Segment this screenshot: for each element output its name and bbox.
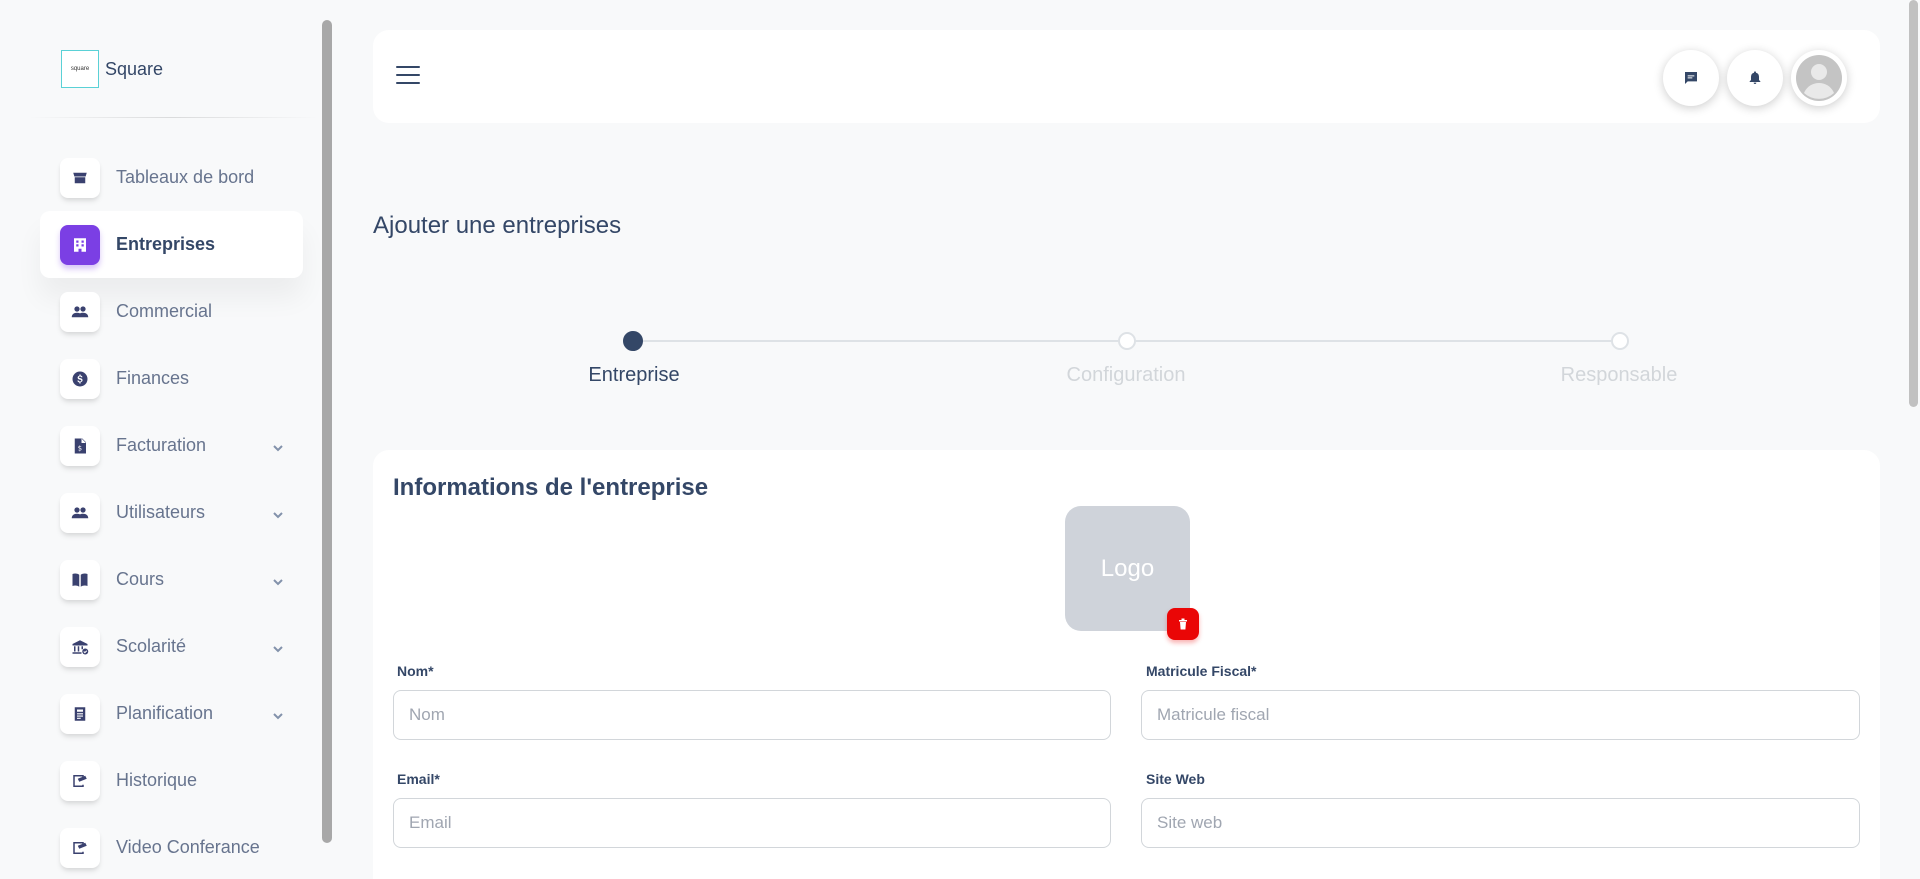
invoice-icon: $ [60,425,100,466]
chevron-down-icon [273,641,283,653]
sidebar-item-historique[interactable]: Historique [40,747,303,814]
book-icon [60,559,100,600]
sidebar-scrollbar[interactable] [322,20,332,843]
users-icon [60,492,100,533]
sidebar-item-label: Scolarité [116,636,187,656]
svg-text:$: $ [78,444,82,452]
sidebar-item-label: Planification [116,703,214,723]
avatar[interactable] [1791,50,1847,106]
sidebar-item-commercial[interactable]: Commercial [40,278,303,345]
messages-button[interactable] [1663,50,1719,106]
stepper: Entreprise Configuration Responsable [373,330,1880,390]
logo-placeholder-text: Logo [1100,554,1155,582]
step-label-entreprise[interactable]: Entreprise [588,364,679,387]
sidebar-item-label: Video Conferance [116,837,260,857]
brand-name: Square [105,58,164,79]
chevron-down-icon [273,574,283,586]
sidebar-item-label: Tableaux de bord [116,167,255,187]
sidebar-divider [28,117,318,118]
dollar-icon [60,358,100,399]
sidebar: square Square Tableaux de bord Entrepris… [0,0,332,879]
bell-icon [1749,71,1761,84]
brand[interactable]: square Square [61,50,163,88]
step-label-responsable[interactable]: Responsable [1561,364,1678,387]
sidebar-item-label: Facturation [116,435,207,455]
video-icon [60,827,100,868]
sidebar-item-scolarite[interactable]: Scolarité [40,613,303,680]
sidebar-item-label: Commercial [116,301,213,321]
nom-label: Nom* [397,663,434,679]
sidebar-item-facturation[interactable]: $ Facturation [40,412,303,479]
top-navbar [373,30,1880,123]
sidebar-item-label: Utilisateurs [116,502,206,522]
brand-logo: square [61,50,99,88]
chevron-down-icon [273,708,283,720]
newspaper-icon [60,693,100,734]
sidebar-item-finances[interactable]: Finances [40,345,303,412]
sidebar-item-tableaux-de-bord[interactable]: Tableaux de bord [40,144,303,211]
company-info-card: Informations de l'entreprise Logo Nom* M… [373,450,1880,879]
step-dot-entreprise[interactable] [623,331,643,351]
email-input[interactable] [393,798,1111,848]
sidebar-item-planification[interactable]: Planification [40,680,303,747]
sidebar-item-label: Historique [116,770,198,790]
email-label: Email* [397,771,440,787]
matricule-fiscal-label: Matricule Fiscal* [1146,663,1257,679]
top-actions [1663,50,1847,106]
institution-icon [60,626,100,667]
matricule-fiscal-input[interactable] [1141,690,1860,740]
card-title: Informations de l'entreprise [393,474,709,501]
store-icon [60,157,100,198]
menu-icon[interactable] [396,66,420,86]
page-title: Ajouter une entreprises [373,212,622,239]
sidebar-item-label: Finances [116,368,190,388]
chevron-down-icon [273,440,283,452]
trash-icon [1179,618,1187,630]
step-dot-responsable[interactable] [1611,332,1629,350]
delete-logo-button[interactable] [1167,608,1199,640]
step-dot-configuration[interactable] [1118,332,1136,350]
sidebar-item-label: Entreprises [116,234,216,254]
chevron-down-icon [273,507,283,519]
sidebar-item-utilisateurs[interactable]: Utilisateurs [40,479,303,546]
sidebar-nav: Tableaux de bord Entreprises Commercial … [40,144,303,879]
chat-icon [1685,72,1697,84]
sidebar-item-label: Cours [116,569,165,589]
notifications-button[interactable] [1727,50,1783,106]
site-web-label: Site Web [1146,771,1205,787]
user-avatar-icon [1796,55,1842,101]
history-icon [60,760,100,801]
sidebar-item-entreprises[interactable]: Entreprises [40,211,303,278]
site-web-input[interactable] [1141,798,1860,848]
sidebar-item-cours[interactable]: Cours [40,546,303,613]
nom-input[interactable] [393,690,1111,740]
sidebar-item-video-conferance[interactable]: Video Conferance [40,814,303,879]
building-icon [60,224,100,265]
step-label-configuration[interactable]: Configuration [1067,364,1186,387]
people-icon [60,291,100,332]
page-scrollbar[interactable] [1909,0,1918,407]
